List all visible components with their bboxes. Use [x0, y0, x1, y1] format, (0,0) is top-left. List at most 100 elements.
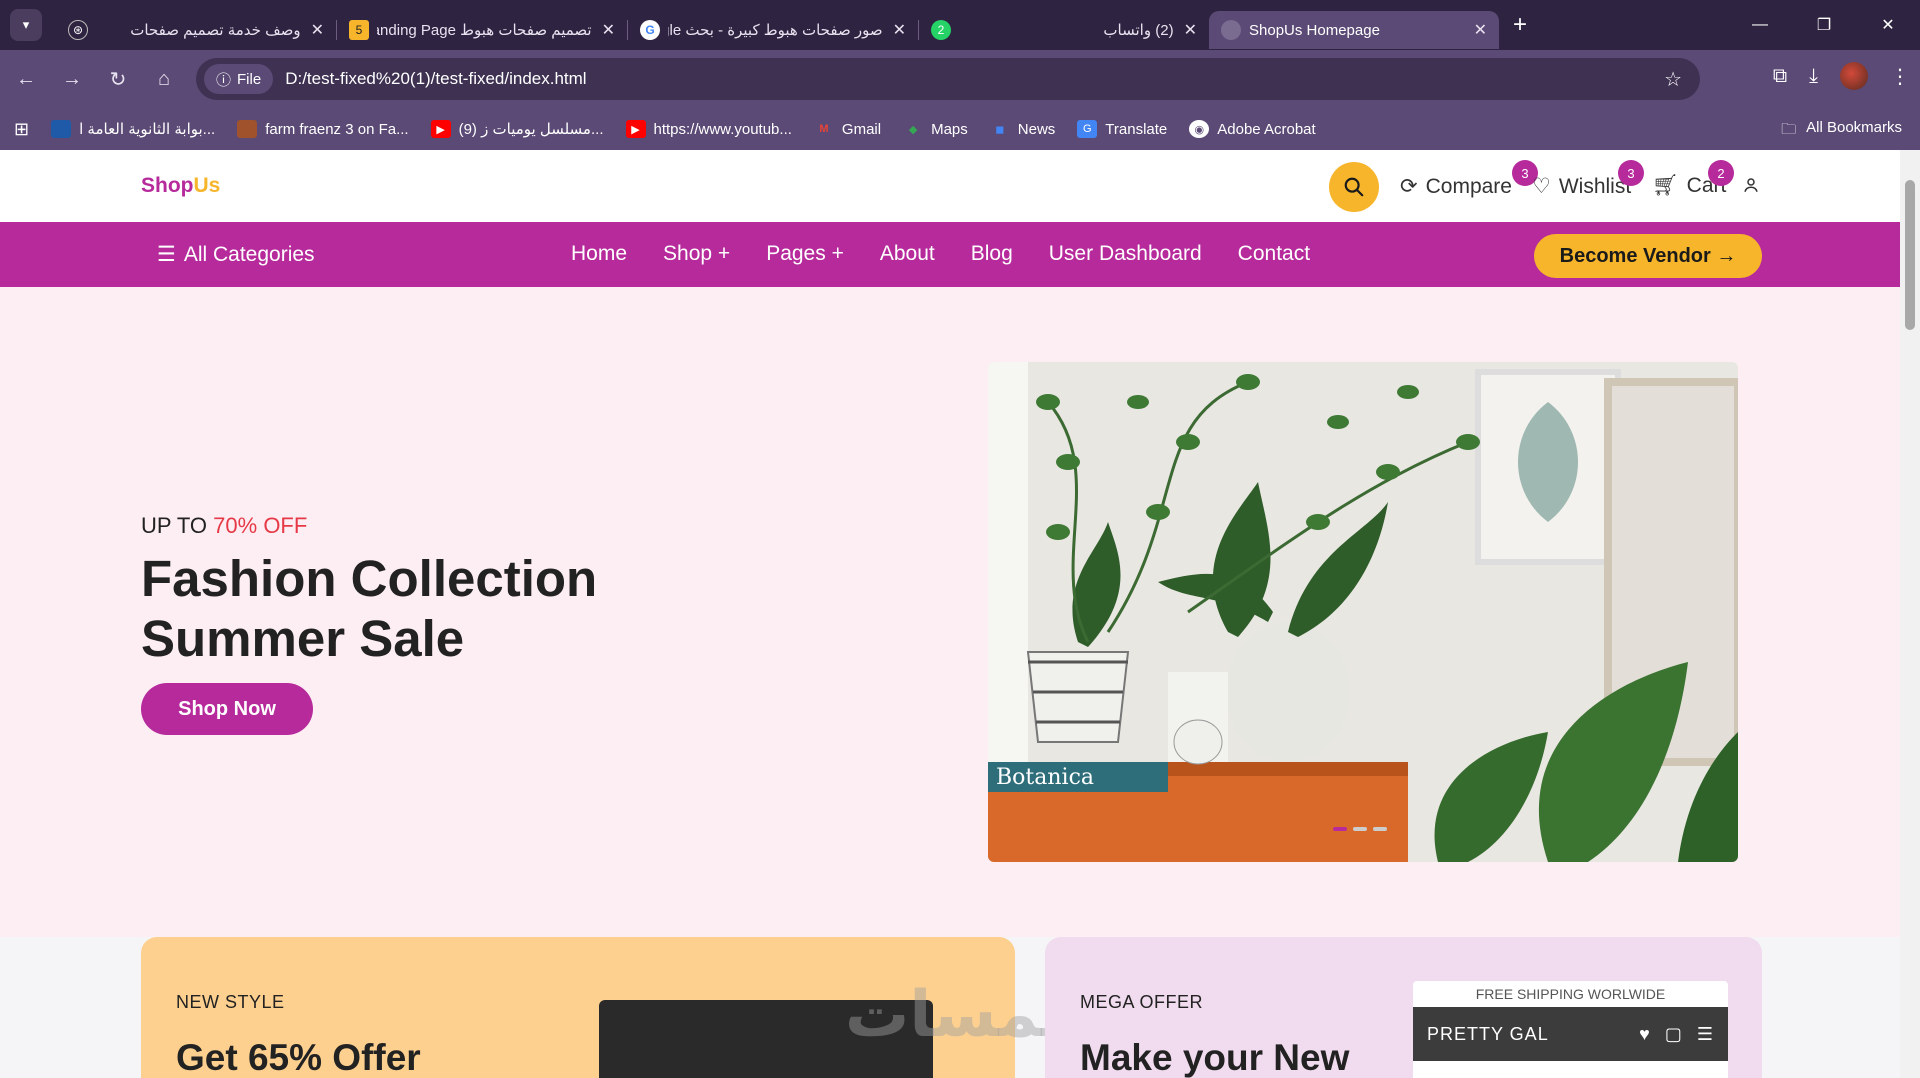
shop-now-button[interactable]: Shop Now: [141, 683, 313, 735]
bookmark-0[interactable]: بوابة الثانوية العامة ا...: [51, 120, 215, 138]
tab-title: صور صفحات هبوط كبيرة - بحث Google: [668, 22, 883, 39]
bag-icon: ▢: [1664, 1023, 1683, 1044]
user-icon[interactable]: [1742, 176, 1760, 199]
promo-eyebrow: NEW STYLE: [176, 992, 285, 1012]
tab-title: ShopUs Homepage: [1249, 21, 1380, 39]
search-button[interactable]: [1329, 162, 1379, 212]
url-text[interactable]: D:/test-fixed%20(1)/test-fixed/index.htm…: [285, 69, 586, 89]
nav-blog[interactable]: Blog: [971, 242, 1013, 266]
close-icon[interactable]: ✕: [1184, 20, 1197, 40]
bookmark-1[interactable]: farm fraenz 3 on Fa...: [237, 120, 409, 138]
address-bar[interactable]: ⓘ File D:/test-fixed%20(1)/test-fixed/in…: [196, 58, 1700, 100]
hero-plants-image: Botanica: [988, 362, 1738, 862]
home-icon[interactable]: ⌂: [144, 68, 184, 91]
reload-icon[interactable]: ↻: [98, 67, 138, 92]
nav-user-dashboard[interactable]: User Dashboard: [1049, 242, 1202, 266]
slider-dots: [1333, 827, 1387, 831]
folder-icon: 🗀: [1781, 121, 1797, 138]
maps-icon: ◆: [908, 123, 918, 136]
promo-section: NEW STYLE Get 65% Offer خمسات MEGA OFFER…: [0, 937, 1900, 1078]
forward-icon[interactable]: →: [52, 68, 92, 91]
close-icon[interactable]: ✕: [1474, 20, 1487, 40]
slider-dot-2[interactable]: [1353, 827, 1367, 831]
bookmark-7[interactable]: G Translate: [1077, 120, 1167, 138]
slider-dot-3[interactable]: [1373, 827, 1387, 831]
web-page: ShopUs ⟳ Compare 3 ♡ Wishlist 3 🛒︎ Cart …: [0, 150, 1900, 1078]
google-icon: G: [640, 20, 660, 40]
new-tab-button[interactable]: +: [1513, 11, 1527, 39]
main-navigation: ☰ All Categories Home Shop + Pages + Abo…: [0, 222, 1900, 287]
news-icon: ◼: [995, 123, 1005, 136]
bookmark-4[interactable]: M Gmail: [814, 120, 881, 138]
site-logo[interactable]: ShopUs: [141, 174, 220, 198]
extensions-icon[interactable]: ⧉: [1773, 65, 1787, 88]
nav-shop[interactable]: Shop +: [663, 242, 730, 266]
page-scrollbar[interactable]: [1900, 150, 1920, 1078]
globe-icon: [1221, 20, 1241, 40]
tab-3[interactable]: 2 (2) واتساب ✕: [919, 11, 1209, 49]
chevron-down-icon: ▾: [22, 17, 30, 32]
tab-2[interactable]: G صور صفحات هبوط كبيرة - بحث Google ✕: [628, 11, 918, 49]
toolbar-actions: ⧉ ⤓ ⋮: [1773, 62, 1910, 90]
nav-about[interactable]: About: [880, 242, 935, 266]
hamburger-icon: ☰: [1696, 1023, 1714, 1044]
hero-title: Fashion Collection Summer Sale: [141, 550, 598, 667]
promo-title: Get 65% Offer: [176, 1037, 421, 1078]
promo-card-mega-offer[interactable]: MEGA OFFER Make your New FREE SHIPPING W…: [1045, 937, 1762, 1078]
close-icon[interactable]: ✕: [311, 20, 324, 40]
school-icon: [51, 120, 72, 138]
translate-icon: G: [1077, 120, 1098, 138]
hero-subtitle: UP TO 70% OFF: [141, 513, 308, 538]
download-icon[interactable]: ⤓: [1809, 65, 1818, 88]
compare-link[interactable]: ⟳ Compare 3: [1400, 160, 1538, 199]
free-shipping-text: FREE SHIPPING WORLWIDE: [1475, 986, 1666, 1002]
minimize-icon[interactable]: —: [1728, 16, 1792, 34]
facebook-photo-icon: [237, 120, 258, 138]
bookmark-3[interactable]: ▶ https://www.youtub...: [625, 120, 792, 138]
slider-dot-1[interactable]: [1333, 827, 1347, 831]
bookmark-2[interactable]: ▶ (9) مسلسل يوميات ز...: [430, 120, 604, 138]
close-window-icon[interactable]: ✕: [1856, 15, 1920, 35]
browser-toolbar: ← → ↻ ⌂ ⓘ File D:/test-fixed%20(1)/test-…: [0, 50, 1920, 108]
nav-pages[interactable]: Pages +: [766, 242, 844, 266]
refresh-compare-icon: ⟳: [1400, 175, 1418, 198]
cart-icon: 🛒︎: [1652, 174, 1679, 197]
site-info-chip[interactable]: ⓘ File: [204, 64, 274, 94]
nav-contact[interactable]: Contact: [1238, 242, 1310, 266]
tab-title: تصميم صفحات هبوط Landing Page: [377, 22, 592, 39]
site-header: ShopUs ⟳ Compare 3 ♡ Wishlist 3 🛒︎ Cart …: [0, 150, 1900, 222]
wishlist-link[interactable]: ♡ Wishlist 3: [1532, 160, 1644, 199]
browser-tab-bar: ▾ ⊛ وصف خدمة تصميم صفحات ✕ 5 تصميم صفحات…: [0, 0, 1920, 50]
info-icon: ⓘ: [216, 71, 232, 89]
profile-avatar[interactable]: [1840, 62, 1868, 90]
bookmark-8[interactable]: ◉ Adobe Acrobat: [1189, 120, 1316, 138]
khamsat-icon: 5: [349, 20, 369, 40]
hamburger-icon: ☰: [157, 243, 176, 266]
plants-illustration: Botanica: [988, 362, 1738, 862]
scrollbar-thumb[interactable]: [1905, 180, 1915, 330]
all-categories-button[interactable]: ☰ All Categories: [157, 242, 315, 267]
tab-4-active[interactable]: ShopUs Homepage ✕: [1209, 11, 1499, 49]
more-menu-icon[interactable]: ⋮: [1890, 64, 1910, 89]
tab-1[interactable]: 5 تصميم صفحات هبوط Landing Page ✕: [337, 11, 627, 49]
close-icon[interactable]: ✕: [893, 20, 906, 40]
promo-eyebrow: MEGA OFFER: [1080, 992, 1204, 1012]
bookmark-star-icon[interactable]: ☆: [1664, 67, 1682, 92]
nav-home[interactable]: Home: [571, 242, 627, 266]
window-controls: — ❐ ✕: [1728, 0, 1920, 50]
hero-section: UP TO 70% OFF Fashion Collection Summer …: [0, 287, 1900, 937]
bookmark-5[interactable]: ◆ Maps: [903, 120, 968, 138]
apps-grid-icon[interactable]: ⊞: [14, 119, 29, 140]
restore-icon[interactable]: ❐: [1792, 15, 1856, 35]
heart-icon: ♥: [1639, 1023, 1651, 1044]
promo-title: Make your New: [1080, 1037, 1350, 1078]
back-icon[interactable]: ←: [6, 68, 46, 91]
cart-link[interactable]: 🛒︎ Cart 2: [1652, 160, 1734, 198]
tab-title: وصف خدمة تصميم صفحات: [130, 22, 301, 39]
tab-0[interactable]: ⊛ وصف خدمة تصميم صفحات ✕: [56, 11, 336, 49]
close-icon[interactable]: ✕: [602, 20, 615, 40]
become-vendor-button[interactable]: Become Vendor →: [1534, 234, 1762, 278]
tab-search-button[interactable]: ▾: [10, 9, 42, 41]
bookmark-6[interactable]: ◼ News: [990, 120, 1055, 138]
all-bookmarks[interactable]: 🗀 All Bookmarks: [1781, 119, 1902, 144]
